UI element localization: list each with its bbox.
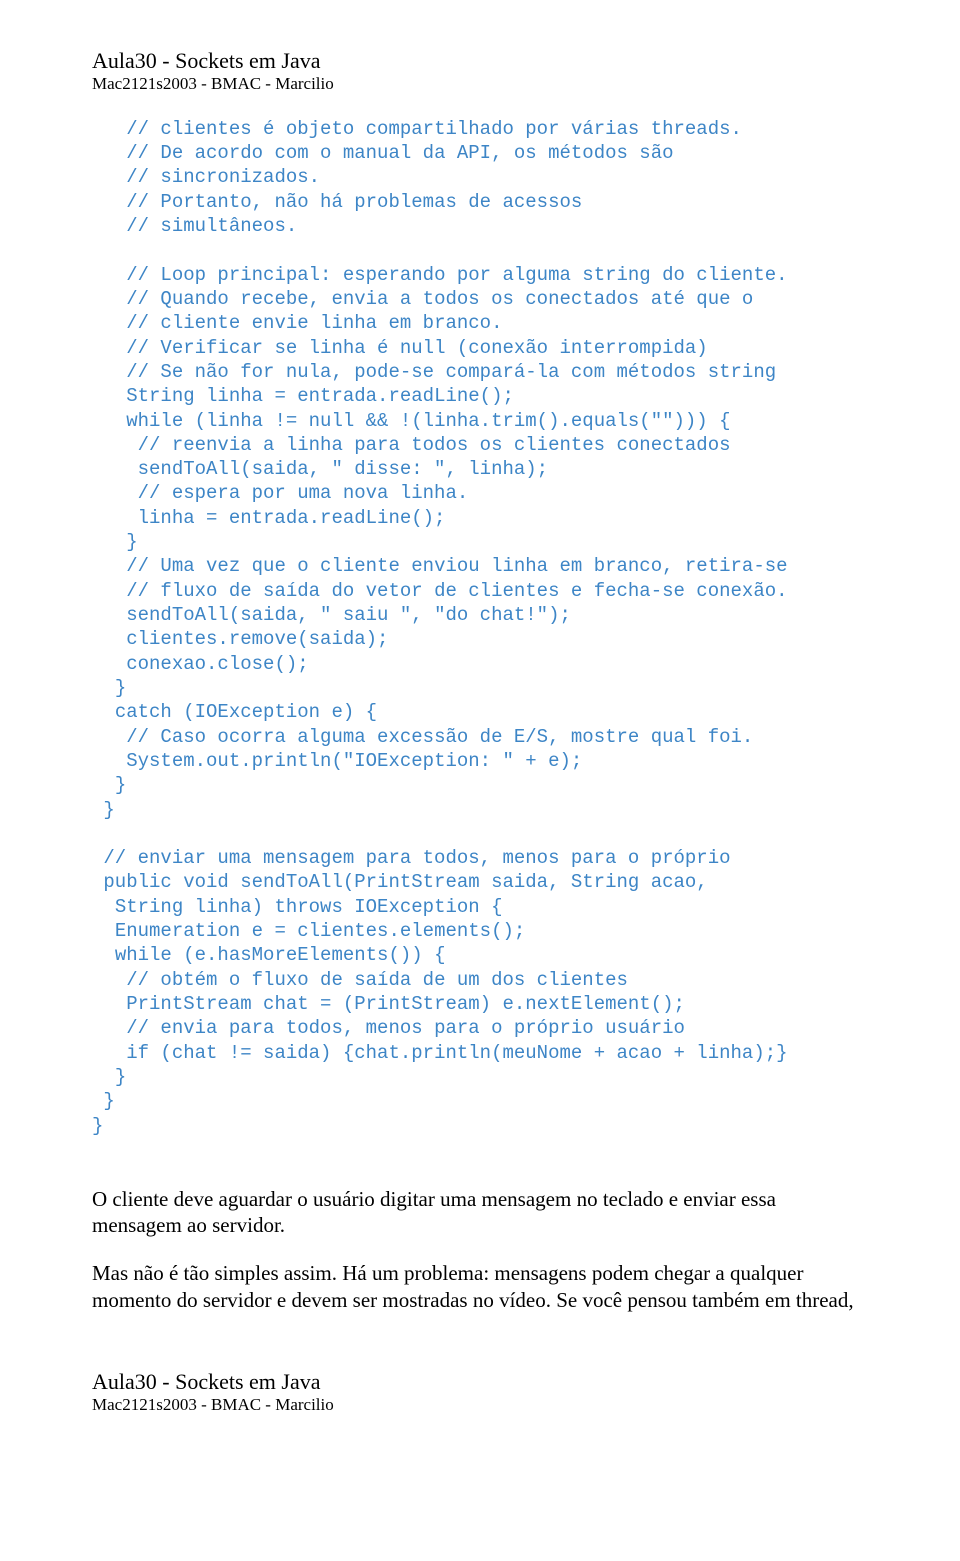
footer: Aula30 - Sockets em Java Mac2121s2003 - … [92, 1369, 868, 1416]
header-title: Aula30 - Sockets em Java [92, 48, 868, 74]
header-subtitle: Mac2121s2003 - BMAC - Marcilio [92, 74, 868, 94]
paragraph-2: Mas não é tão simples assim. Há um probl… [92, 1260, 868, 1313]
body-text: O cliente deve aguardar o usuário digita… [92, 1186, 868, 1313]
page: Aula30 - Sockets em Java Mac2121s2003 - … [0, 0, 960, 1496]
code-block: // clientes é objeto compartilhado por v… [92, 117, 868, 1138]
paragraph-1: O cliente deve aguardar o usuário digita… [92, 1186, 868, 1239]
header: Aula30 - Sockets em Java Mac2121s2003 - … [92, 48, 868, 95]
footer-subtitle: Mac2121s2003 - BMAC - Marcilio [92, 1395, 868, 1415]
footer-title: Aula30 - Sockets em Java [92, 1369, 868, 1395]
